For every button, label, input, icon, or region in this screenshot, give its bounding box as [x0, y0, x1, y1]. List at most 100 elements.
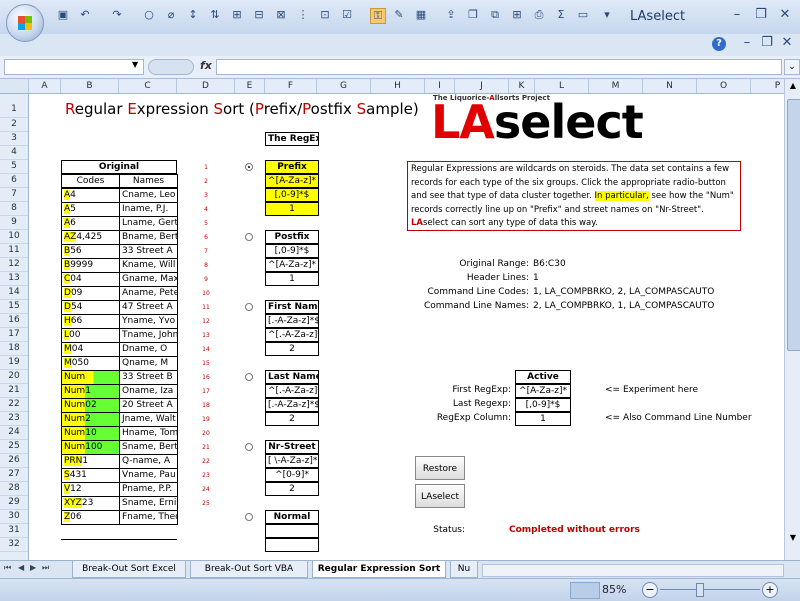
code-cell[interactable]: V12	[61, 482, 120, 497]
code-cell[interactable]: AZ4,425	[61, 230, 120, 245]
name-cell[interactable]: Gname, Max	[119, 272, 178, 287]
row-header-23[interactable]: 23	[0, 412, 28, 426]
code-cell[interactable]: A6	[61, 216, 120, 231]
radio-normal[interactable]	[245, 513, 253, 521]
row-header-26[interactable]: 26	[0, 454, 28, 468]
restore-icon[interactable]: ❐	[750, 6, 772, 24]
row-header-7[interactable]: 7	[0, 188, 28, 202]
form-icon[interactable]: ▭	[576, 8, 590, 22]
help-icon[interactable]: ?	[712, 37, 726, 51]
row-header-6[interactable]: 6	[0, 174, 28, 188]
active-value[interactable]: 1	[515, 412, 571, 426]
radio-postfix[interactable]	[245, 233, 253, 241]
group-column[interactable]: 2	[265, 342, 319, 356]
row-header-19[interactable]: 19	[0, 356, 28, 370]
column-header-g[interactable]: G	[317, 79, 371, 93]
row-header-28[interactable]: 28	[0, 482, 28, 496]
group-first-regex[interactable]: ^[A-Za-z]*	[265, 174, 319, 188]
outline-icon[interactable]: ⋮	[296, 8, 310, 22]
group-column[interactable]: 2	[265, 482, 319, 496]
name-cell[interactable]: Vname, Pau	[119, 468, 178, 483]
filter-icon[interactable]: ⊞	[230, 8, 244, 22]
compare-icon[interactable]: ⊞	[510, 8, 524, 22]
scroll-thumb[interactable]	[787, 99, 800, 351]
save-icon[interactable]: ▣	[56, 8, 70, 22]
column-header-k[interactable]: K	[509, 79, 535, 93]
row-header-2[interactable]: 2	[0, 118, 28, 132]
workbook-restore-icon[interactable]: ❐	[756, 35, 778, 51]
row-header-30[interactable]: 30	[0, 510, 28, 524]
ungroup-icon[interactable]: ⊠	[274, 8, 288, 22]
row-header-8[interactable]: 8	[0, 202, 28, 216]
horizontal-scrollbar[interactable]	[482, 564, 784, 577]
workbook-close-icon[interactable]: ✕	[776, 35, 798, 51]
tab-first-icon[interactable]: ⏮	[4, 563, 11, 573]
group-last-regex[interactable]: [,0-9]*$	[265, 188, 319, 202]
radio-nr-street[interactable]	[245, 443, 253, 451]
share-icon[interactable]: ⇪	[444, 8, 458, 22]
code-cell[interactable]: S431	[61, 468, 120, 483]
name-cell[interactable]: Sname, Bert	[119, 440, 178, 455]
column-header-j[interactable]: J	[455, 79, 509, 93]
workbook-minimize-icon[interactable]: –	[736, 35, 758, 51]
radio-last-name[interactable]	[245, 373, 253, 381]
tab-break-out-sort-vba[interactable]: Break-Out Sort VBA	[190, 561, 308, 578]
lock-icon[interactable]: ⚿	[370, 8, 386, 24]
group-first-regex[interactable]: [ \-A-Za-z]*$	[265, 454, 319, 468]
row-header-25[interactable]: 25	[0, 440, 28, 454]
sort-descending-icon[interactable]: ⇅	[208, 8, 222, 22]
name-cell[interactable]: 20 Street A	[119, 398, 178, 413]
group-column[interactable]: 1	[265, 202, 319, 216]
row-header-18[interactable]: 18	[0, 342, 28, 356]
row-header-14[interactable]: 14	[0, 286, 28, 300]
column-header-l[interactable]: L	[535, 79, 589, 93]
code-cell[interactable]: Z06	[61, 510, 120, 525]
name-cell[interactable]: Hname, Tom	[119, 426, 178, 441]
tab-break-out-sort-excel[interactable]: Break-Out Sort Excel	[72, 561, 186, 578]
zoom-in-icon[interactable]: +	[762, 582, 778, 598]
code-cell[interactable]: A4	[61, 188, 120, 203]
group-column[interactable]: 2	[265, 412, 319, 426]
group-last-regex[interactable]: ^[.-A-Za-z]*	[265, 328, 319, 342]
name-cell[interactable]: 47 Street A	[119, 300, 178, 315]
image-icon[interactable]: ▦	[414, 8, 428, 22]
code-cell[interactable]: A5	[61, 202, 120, 217]
row-header-20[interactable]: 20	[0, 370, 28, 384]
column-header-f[interactable]: F	[265, 79, 317, 93]
formula-expand-handle[interactable]	[148, 59, 194, 75]
group-last-regex[interactable]: ^[0-9]*	[265, 468, 319, 482]
active-value[interactable]: ^[A-Za-z]*	[515, 384, 571, 398]
zoom-level[interactable]: 85%	[602, 583, 626, 596]
laselect-button[interactable]: LAselect	[415, 484, 465, 508]
name-cell[interactable]: 33 Street A	[119, 244, 178, 259]
row-header-4[interactable]: 4	[0, 146, 28, 160]
row-header-10[interactable]: 10	[0, 230, 28, 244]
column-header-a[interactable]: A	[29, 79, 61, 93]
column-header-d[interactable]: D	[177, 79, 235, 93]
tab-last-icon[interactable]: ⏭	[42, 563, 49, 573]
code-cell[interactable]: B9999	[61, 258, 120, 273]
code-cell[interactable]: Num02	[61, 398, 120, 413]
code-cell[interactable]: Num2	[61, 412, 120, 427]
column-header-c[interactable]: C	[119, 79, 177, 93]
print-icon[interactable]: ⎙	[532, 8, 546, 22]
minimize-icon[interactable]: –	[726, 6, 748, 24]
row-header-27[interactable]: 27	[0, 468, 28, 482]
zoom-slider-thumb[interactable]	[696, 583, 704, 597]
undo-icon[interactable]: ↶	[78, 8, 92, 22]
active-value[interactable]: [,0-9]*$	[515, 398, 571, 412]
insert-function-icon[interactable]: fx	[200, 59, 212, 72]
row-header-1[interactable]: 1	[0, 94, 28, 118]
radio-prefix[interactable]	[245, 163, 253, 171]
code-cell[interactable]: C04	[61, 272, 120, 287]
row-header-16[interactable]: 16	[0, 314, 28, 328]
column-header-i[interactable]: I	[425, 79, 455, 93]
name-cell[interactable]: Tname, John	[119, 328, 178, 343]
code-cell[interactable]: B56	[61, 244, 120, 259]
row-header-3[interactable]: 3	[0, 132, 28, 146]
close-icon[interactable]: ✕	[774, 6, 796, 24]
name-cell[interactable]: Kname, Will	[119, 258, 178, 273]
name-box-dropdown-icon[interactable]: ▼	[132, 60, 138, 69]
formula-expand-icon[interactable]: ⌄	[784, 59, 800, 75]
code-cell[interactable]: XYZ23	[61, 496, 120, 511]
